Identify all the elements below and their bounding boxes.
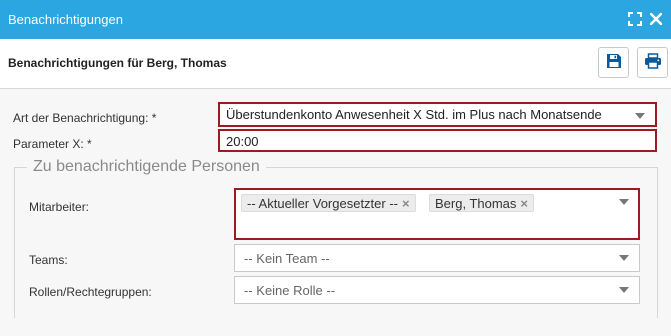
print-icon <box>644 53 662 72</box>
save-button[interactable] <box>598 47 629 78</box>
chevron-down-icon <box>619 199 629 205</box>
chevron-down-icon <box>619 287 629 293</box>
notification-type-label: Art der Benachrichtigung: * <box>13 111 157 125</box>
save-icon <box>606 53 622 72</box>
parameter-label: Parameter X: * <box>13 137 92 151</box>
employee-tag: Berg, Thomas × <box>429 194 535 212</box>
parameter-input[interactable]: 20:00 <box>218 129 657 152</box>
window-title: Benachrichtigungen <box>8 12 123 27</box>
print-button[interactable] <box>637 47 668 78</box>
notification-type-select[interactable]: Überstundenkonto Anwesenheit X Std. im P… <box>218 102 657 127</box>
chevron-down-icon <box>619 255 629 261</box>
roles-placeholder: -- Keine Rolle -- <box>244 283 336 298</box>
dialog-header: Benachrichtigungen für Berg, Thomas <box>0 39 671 89</box>
remove-tag-icon[interactable]: × <box>520 196 528 211</box>
employee-tag: -- Aktueller Vorgesetzter -- × <box>241 194 416 212</box>
teams-select[interactable]: -- Kein Team -- <box>234 244 640 272</box>
notification-type-value: Überstundenkonto Anwesenheit X Std. im P… <box>226 107 602 122</box>
maximize-icon[interactable] <box>626 10 644 28</box>
parameter-value: 20:00 <box>226 134 259 149</box>
employee-tag-label: -- Aktueller Vorgesetzter -- <box>247 196 398 211</box>
teams-label: Teams: <box>29 253 68 267</box>
roles-label: Rollen/Rechtegruppen: <box>29 285 152 299</box>
persons-legend: Zu benachrichtigende Personen <box>33 158 260 175</box>
remove-tag-icon[interactable]: × <box>402 196 410 211</box>
employee-tag-label: Berg, Thomas <box>435 196 517 211</box>
teams-placeholder: -- Kein Team -- <box>244 251 330 266</box>
chevron-down-icon <box>635 113 645 119</box>
employees-label: Mitarbeiter: <box>29 200 90 214</box>
employees-multiselect[interactable]: -- Aktueller Vorgesetzter -- × Berg, Thom… <box>234 188 640 240</box>
close-icon[interactable] <box>647 10 665 28</box>
window-titlebar: Benachrichtigungen <box>0 0 671 39</box>
page-title: Benachrichtigungen für Berg, Thomas <box>8 56 227 70</box>
roles-select[interactable]: -- Keine Rolle -- <box>234 276 640 304</box>
